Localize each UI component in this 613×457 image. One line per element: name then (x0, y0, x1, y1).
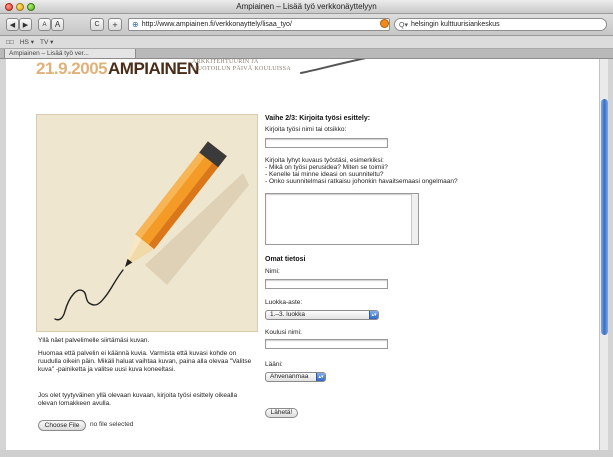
web-page: 21.9.2005 AMPIAINEN ARKKITEHTUURIN JA MU… (6, 59, 599, 450)
school-input[interactable] (265, 339, 388, 349)
tab-bar: Ampiainen – Lisää työ ver... (0, 49, 613, 59)
description-hint-3: - Onko suunnitelmasi ratkaisu johonkin h… (265, 178, 458, 185)
add-bookmark-button[interactable]: + (108, 18, 122, 31)
work-name-input[interactable] (265, 138, 388, 148)
text-larger-button[interactable]: A (51, 18, 64, 31)
textarea-scrollbar[interactable] (411, 194, 418, 244)
header-logo: AMPIAINEN (108, 59, 199, 78)
forward-arrow-icon: ▶ (22, 21, 29, 29)
grade-select[interactable]: 1.–3. luokka ▴▾ (265, 310, 379, 320)
window-bottom-frame (0, 450, 613, 457)
header-date: 21.9.2005 (36, 59, 108, 78)
pencil-illustration (54, 141, 249, 321)
bookmarks-bar: □□ HS ▾ TV ▾ (0, 36, 613, 49)
name-input[interactable] (265, 279, 388, 289)
back-button[interactable]: ◀ (6, 18, 19, 31)
scrollbar-thumb[interactable] (601, 99, 608, 335)
own-info-heading: Omat tietosi (265, 256, 306, 263)
text-smaller-button[interactable]: A (38, 18, 51, 31)
step-heading: Vaihe 2/3: Kirjoita työsi esittely: (265, 115, 371, 122)
image-caption: Yllä näet palvelimelle siirtämäsi kuvan. (38, 337, 150, 344)
window-title: Ampiainen – Lisää työ verkkonäyttelyyn (236, 2, 377, 11)
window-titlebar: Ampiainen – Lisää työ verkkonäyttelyyn (0, 0, 613, 14)
forward-button[interactable]: ▶ (19, 18, 32, 31)
search-input[interactable]: Q▾ helsingin kulttuurisiankeskus (394, 18, 607, 31)
image-note: Huomaa että palvelin ei käännä kuvia. Va… (38, 350, 252, 373)
file-status: no file selected (90, 421, 134, 428)
browser-toolbar: ◀ ▶ A A C + ⊕ http://www.ampiainen.fi/ve… (0, 14, 613, 36)
county-label: Lääni: (265, 361, 283, 368)
grade-label: Luokka-aste: (265, 299, 303, 306)
address-bar[interactable]: ⊕ http://www.ampiainen.fi/verkkonayttely… (128, 18, 390, 31)
search-icon: Q▾ (399, 21, 408, 29)
reload-icon: C (94, 21, 100, 28)
bookmark-tv[interactable]: TV ▾ (40, 38, 53, 46)
search-text: helsingin kulttuurisiankeskus (410, 21, 500, 28)
back-arrow-icon: ◀ (9, 21, 16, 29)
page-scrollbar[interactable] (599, 59, 608, 450)
bookmarks-book-icon[interactable]: □□ (6, 39, 14, 46)
select-arrows-icon: ▴▾ (316, 373, 325, 381)
url-text: http://www.ampiainen.fi/verkkonayttely/l… (141, 21, 292, 28)
county-select[interactable]: Ahvenanmaa ▴▾ (265, 372, 326, 382)
school-label: Koulusi nimi: (265, 329, 302, 336)
submit-button[interactable]: Lähetä! (265, 408, 298, 418)
tab-ampiainen[interactable]: Ampiainen – Lisää työ ver... (4, 49, 136, 59)
reload-button[interactable]: C (90, 18, 104, 31)
select-arrows-icon: ▴▾ (369, 311, 378, 319)
image-confirm-note: Jos olet tyytyväinen yllä olevaan kuvaan… (38, 392, 238, 407)
work-name-label: Kirjoita työsi nimi tai otsikko: (265, 126, 347, 133)
bookmark-hs[interactable]: HS ▾ (20, 38, 34, 46)
county-select-value: Ahvenanmaa (270, 373, 309, 380)
plus-icon: + (112, 19, 118, 30)
header-subtitle: ARKKITEHTUURIN JA MUOTOILUN PÄIVÄ KOULUI… (192, 59, 292, 72)
header-decoration (300, 59, 367, 74)
description-textarea[interactable] (265, 193, 419, 245)
choose-file-button[interactable]: Choose File (38, 420, 86, 431)
rss-icon[interactable] (380, 19, 389, 28)
uploaded-image (36, 114, 258, 332)
grade-select-value: 1.–3. luokka (270, 311, 306, 318)
globe-icon: ⊕ (132, 20, 139, 29)
name-label: Nimi: (265, 268, 280, 275)
